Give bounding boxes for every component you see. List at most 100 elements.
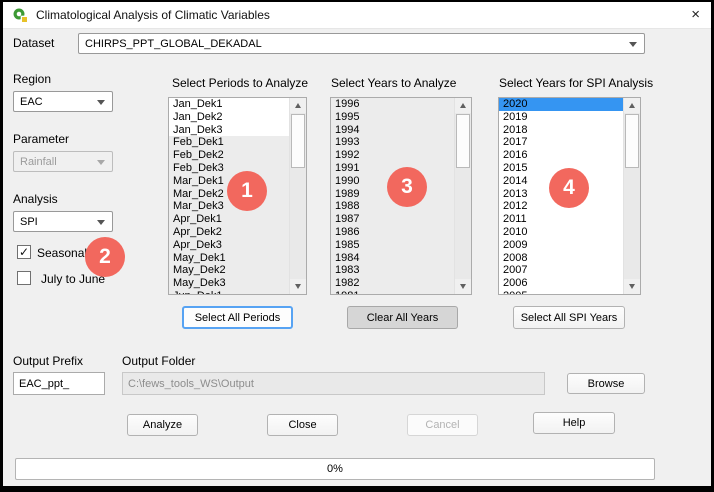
periods-list-label: Select Periods to Analyze	[172, 76, 308, 90]
list-item[interactable]: May_Dek1	[169, 252, 289, 265]
window-title: Climatological Analysis of Climatic Vari…	[36, 8, 270, 22]
chevron-down-icon	[97, 220, 105, 225]
list-item[interactable]: 2011	[499, 213, 623, 226]
list-item[interactable]: 1995	[331, 111, 454, 124]
analysis-value: SPI	[20, 216, 38, 228]
help-button[interactable]: Help	[533, 412, 615, 434]
dataset-value: CHIRPS_PPT_GLOBAL_DEKADAL	[85, 38, 262, 50]
list-item[interactable]: 2009	[499, 239, 623, 252]
list-item[interactable]: 2005	[499, 290, 623, 294]
july-to-june-checkbox[interactable]: ✓	[17, 271, 31, 285]
analysis-dropdown[interactable]: SPI	[13, 211, 113, 232]
chevron-down-icon	[97, 160, 105, 165]
scroll-down-icon[interactable]	[290, 279, 306, 294]
chevron-down-icon	[97, 100, 105, 105]
list-item[interactable]: Jun_Dek1	[169, 290, 289, 294]
list-item[interactable]: 2017	[499, 136, 623, 149]
list-item[interactable]: 2019	[499, 111, 623, 124]
list-item[interactable]: 1983	[331, 264, 454, 277]
spi-scrollbar[interactable]	[623, 98, 640, 294]
years-scrollbar[interactable]	[454, 98, 471, 294]
dataset-label: Dataset	[13, 36, 54, 50]
list-item[interactable]: Apr_Dek2	[169, 226, 289, 239]
dialog-frame: Climatological Analysis of Climatic Vari…	[0, 0, 714, 492]
title-bar: Climatological Analysis of Climatic Vari…	[3, 2, 711, 29]
checkmark-icon: ✓	[19, 246, 29, 258]
years-list-label: Select Years to Analyze	[331, 76, 456, 90]
list-item[interactable]: Jan_Dek3	[169, 124, 289, 137]
annotation-badge-3: 3	[387, 167, 427, 207]
spi-years-list-label: Select Years for SPI Analysis	[499, 76, 653, 90]
analysis-label: Analysis	[13, 192, 58, 206]
scroll-up-icon[interactable]	[624, 98, 640, 113]
list-item[interactable]: 2020	[499, 98, 623, 111]
dataset-dropdown[interactable]: CHIRPS_PPT_GLOBAL_DEKADAL	[78, 33, 645, 54]
output-folder-value: C:\fews_tools_WS\Output	[128, 378, 254, 390]
output-folder-label: Output Folder	[122, 354, 195, 368]
list-item[interactable]: 2006	[499, 277, 623, 290]
periods-scrollbar[interactable]	[289, 98, 306, 294]
list-item[interactable]: Feb_Dek2	[169, 149, 289, 162]
select-all-periods-button[interactable]: Select All Periods	[182, 306, 293, 329]
list-item[interactable]: 1988	[331, 200, 454, 213]
region-label: Region	[13, 72, 51, 86]
list-item[interactable]: Apr_Dek1	[169, 213, 289, 226]
progress-bar: 0%	[15, 458, 655, 480]
chevron-down-icon	[629, 42, 637, 47]
parameter-dropdown: Rainfall	[13, 151, 113, 172]
region-dropdown[interactable]: EAC	[13, 91, 113, 112]
list-item[interactable]: 1993	[331, 136, 454, 149]
analyze-button[interactable]: Analyze	[127, 414, 198, 436]
scrollbar-track[interactable]	[624, 113, 640, 279]
list-item[interactable]: 2018	[499, 124, 623, 137]
list-item[interactable]: 1994	[331, 124, 454, 137]
list-item[interactable]: Feb_Dek3	[169, 162, 289, 175]
progress-value: 0%	[327, 463, 343, 475]
scrollbar-thumb[interactable]	[625, 114, 639, 168]
list-item[interactable]: 1996	[331, 98, 454, 111]
scrollbar-track[interactable]	[290, 113, 306, 279]
select-all-spi-years-button[interactable]: Select All SPI Years	[513, 306, 625, 329]
list-item[interactable]: Jan_Dek1	[169, 98, 289, 111]
list-item[interactable]: 1984	[331, 252, 454, 265]
scrollbar-track[interactable]	[455, 113, 471, 279]
list-item[interactable]: 2010	[499, 226, 623, 239]
list-item[interactable]: Jan_Dek2	[169, 111, 289, 124]
close-icon[interactable]: ×	[691, 6, 700, 24]
list-item[interactable]: May_Dek2	[169, 264, 289, 277]
list-item[interactable]: Mar_Dek3	[169, 200, 289, 213]
parameter-label: Parameter	[13, 132, 69, 146]
annotation-badge-4: 4	[549, 168, 589, 208]
browse-button[interactable]: Browse	[567, 373, 645, 394]
cancel-button: Cancel	[407, 414, 478, 436]
annotation-badge-1: 1	[227, 171, 267, 211]
qgis-icon	[12, 7, 28, 23]
list-item[interactable]: 1992	[331, 149, 454, 162]
list-item[interactable]: 1985	[331, 239, 454, 252]
list-item[interactable]: 1982	[331, 277, 454, 290]
list-item[interactable]: 2007	[499, 264, 623, 277]
list-item[interactable]: 1981	[331, 290, 454, 294]
list-item[interactable]: 2016	[499, 149, 623, 162]
scroll-down-icon[interactable]	[624, 279, 640, 294]
clear-all-years-button[interactable]: Clear All Years	[347, 306, 458, 329]
scrollbar-thumb[interactable]	[456, 114, 470, 168]
list-item[interactable]: 1986	[331, 226, 454, 239]
scroll-up-icon[interactable]	[290, 98, 306, 113]
list-item[interactable]: Apr_Dek3	[169, 239, 289, 252]
list-item[interactable]: Feb_Dek1	[169, 136, 289, 149]
output-prefix-value: EAC_ppt_	[19, 378, 69, 390]
close-button[interactable]: Close	[267, 414, 338, 436]
annotation-badge-2: 2	[85, 237, 125, 277]
list-item[interactable]: May_Dek3	[169, 277, 289, 290]
scroll-up-icon[interactable]	[455, 98, 471, 113]
seasonal-totals-checkbox[interactable]: ✓	[17, 245, 31, 259]
list-item[interactable]: 2008	[499, 252, 623, 265]
scrollbar-thumb[interactable]	[291, 114, 305, 168]
list-item[interactable]: 1987	[331, 213, 454, 226]
scroll-down-icon[interactable]	[455, 279, 471, 294]
dialog-window: Climatological Analysis of Climatic Vari…	[3, 2, 711, 486]
output-prefix-input[interactable]: EAC_ppt_	[13, 372, 105, 395]
parameter-value: Rainfall	[20, 156, 57, 168]
output-folder-input: C:\fews_tools_WS\Output	[122, 372, 545, 395]
